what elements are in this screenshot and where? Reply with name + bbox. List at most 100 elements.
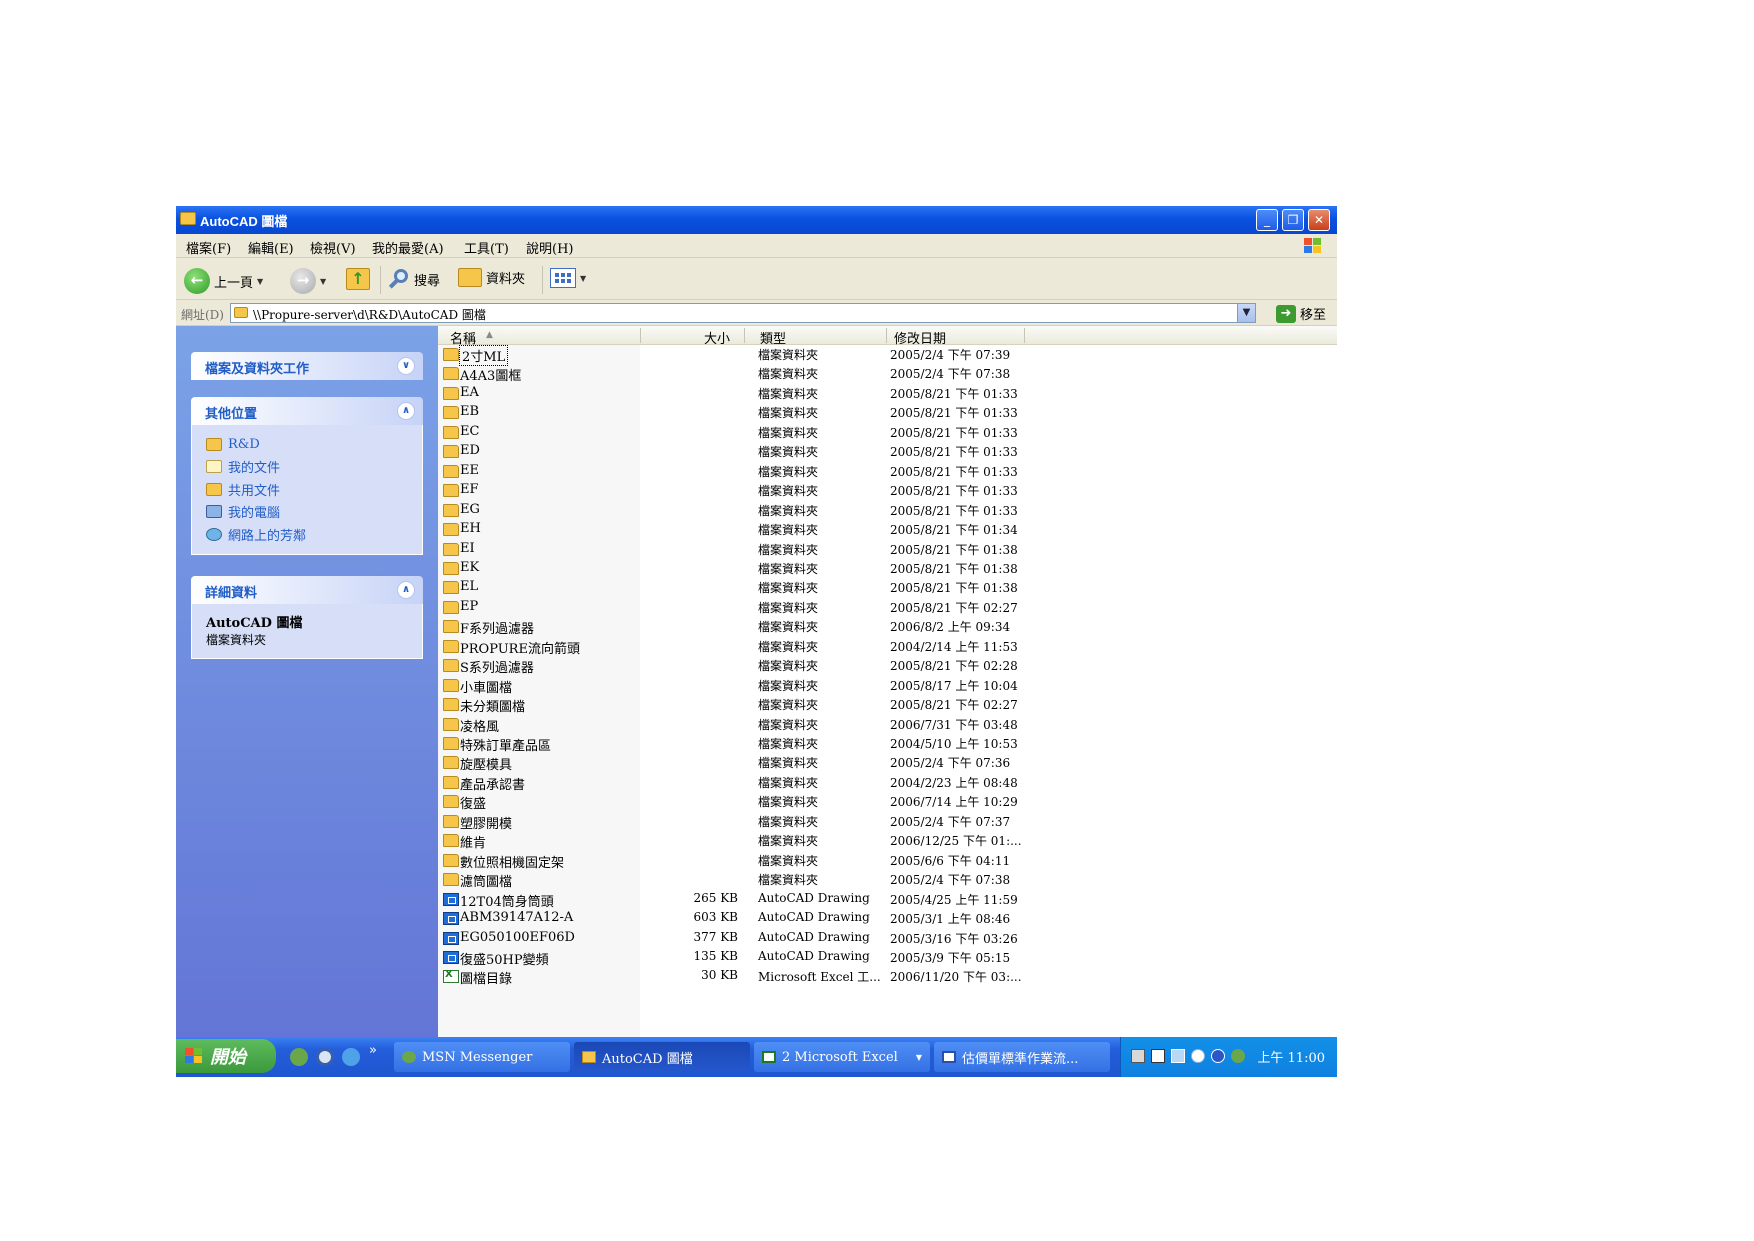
place-link-shared-documents[interactable]: 共用文件 [206, 478, 422, 501]
file-name: EB [460, 404, 480, 420]
help-tray-icon[interactable] [1151, 1049, 1165, 1063]
sort-ascending-icon: ▲ [486, 330, 493, 340]
file-name: 濾筒圖檔 [460, 875, 513, 891]
menu-help[interactable]: 說明(H) [526, 238, 573, 257]
start-button[interactable]: 開始 [176, 1039, 276, 1073]
views-dropdown-icon[interactable]: ▼ [580, 274, 586, 283]
file-row[interactable]: 塑膠開模 檔案資料夾 2005/2/4 下午 07:37 [438, 812, 1138, 832]
file-row[interactable]: S系列過濾器 檔案資料夾 2005/8/21 下午 02:28 [438, 656, 1138, 676]
folder-icon [443, 853, 459, 867]
tray-icon[interactable] [1171, 1049, 1185, 1063]
file-row[interactable]: 產品承認書 檔案資料夾 2004/2/23 上午 08:48 [438, 773, 1138, 793]
taskbar-button-word-doc[interactable]: 估價單標準作業流... [934, 1042, 1110, 1072]
file-modified: 2005/8/21 下午 01:38 [890, 581, 1018, 596]
file-row[interactable]: EG 檔案資料夾 2005/8/21 下午 01:33 [438, 501, 1138, 520]
file-row[interactable]: EH 檔案資料夾 2005/8/21 下午 01:34 [438, 520, 1138, 539]
menu-favorites[interactable]: 我的最愛(A) [372, 238, 444, 257]
address-dropdown-icon[interactable]: ▼ [1237, 304, 1255, 322]
file-row[interactable]: EI 檔案資料夾 2005/8/21 下午 01:38 [438, 540, 1138, 559]
folder-icon [443, 406, 459, 420]
menu-tools[interactable]: 工具(T) [464, 238, 509, 257]
details-item-name: AutoCAD 圖檔 [206, 616, 303, 631]
file-row[interactable]: A4A3圖框 檔案資料夾 2005/2/4 下午 07:38 [438, 364, 1138, 384]
file-tasks-header[interactable]: 檔案及資料夾工作 ∨ [191, 352, 423, 380]
file-row[interactable]: EG050100EF06D 377 KB AutoCAD Drawing 2005/3… [438, 929, 1138, 948]
file-row[interactable]: 圖檔目錄 30 KB Microsoft Excel 工... 2006/11/20 … [438, 967, 1138, 987]
back-button[interactable]: ← 上一頁 ▼ [184, 268, 263, 294]
folders-button[interactable]: 資料夾 [458, 268, 525, 287]
taskbar-button-msn[interactable]: MSN Messenger [394, 1042, 570, 1072]
views-button[interactable]: ▼ [550, 268, 586, 288]
menu-edit[interactable]: 編輯(E) [248, 238, 294, 257]
file-row[interactable]: EB 檔案資料夾 2005/8/21 下午 01:33 [438, 403, 1138, 422]
other-places-panel: 其他位置 ∧ R&D 我的文件 共用文件 我的電腦 網路上的芳鄰 [191, 397, 423, 555]
forward-button[interactable]: → ▼ [290, 268, 326, 294]
column-divider[interactable] [640, 328, 641, 343]
chevron-down-icon[interactable]: ∨ [397, 357, 415, 375]
column-divider[interactable] [886, 328, 887, 343]
file-row[interactable]: EP 檔案資料夾 2005/8/21 下午 02:27 [438, 598, 1138, 617]
chevron-up-icon[interactable]: ∧ [397, 581, 415, 599]
file-name: EH [460, 521, 481, 537]
file-row[interactable]: 維肯 檔案資料夾 2006/12/25 下午 01:... [438, 831, 1138, 851]
search-button[interactable]: 搜尋 [388, 268, 440, 290]
network-tray-icon[interactable] [1211, 1049, 1225, 1063]
file-row[interactable]: EF 檔案資料夾 2005/8/21 下午 01:33 [438, 481, 1138, 500]
taskbar-button-autocad-folder[interactable]: AutoCAD 圖檔 [574, 1042, 750, 1072]
file-row[interactable]: 2寸ML 檔案資料夾 2005/2/4 下午 07:39 [438, 345, 1138, 366]
other-places-header[interactable]: 其他位置 ∧ [191, 397, 423, 425]
file-row[interactable]: 復盛50HP變頻 135 KB AutoCAD Drawing 2005/3/9 下午… [438, 948, 1138, 968]
chevron-up-icon[interactable]: ∧ [397, 402, 415, 420]
up-folder-button[interactable]: ↑ [346, 268, 370, 290]
file-row[interactable]: 小車圖檔 檔案資料夾 2005/8/17 上午 10:04 [438, 676, 1138, 696]
file-row[interactable]: EE 檔案資料夾 2005/8/21 下午 01:33 [438, 462, 1138, 481]
file-row[interactable]: ED 檔案資料夾 2005/8/21 下午 01:33 [438, 442, 1138, 461]
file-row[interactable]: F系列過濾器 檔案資料夾 2006/8/2 上午 09:34 [438, 617, 1138, 637]
menu-view[interactable]: 檢視(V) [310, 238, 356, 257]
file-row[interactable]: 旋壓模具 檔案資料夾 2005/2/4 下午 07:36 [438, 753, 1138, 773]
file-row[interactable]: PROPURE流向箭頭 檔案資料夾 2004/2/14 上午 11:53 [438, 637, 1138, 657]
back-dropdown-icon[interactable]: ▼ [257, 277, 263, 286]
file-row[interactable]: 濾筒圖檔 檔案資料夾 2005/2/4 下午 07:38 [438, 870, 1138, 891]
file-name: EP [460, 598, 479, 614]
tray-expand-icon[interactable] [1191, 1049, 1205, 1063]
column-divider[interactable] [744, 328, 745, 343]
msn-quicklaunch-icon[interactable] [290, 1048, 308, 1066]
minimize-button[interactable]: _ [1256, 209, 1278, 231]
folder-icon [443, 484, 459, 498]
address-input[interactable]: \\Propure-server\d\R&D\AutoCAD 圖檔 ▼ [230, 303, 1256, 323]
details-header[interactable]: 詳細資料 ∧ [191, 576, 423, 604]
file-row[interactable]: 未分類圖檔 檔案資料夾 2005/8/21 下午 02:27 [438, 695, 1138, 715]
file-row[interactable]: 數位照相機固定架 檔案資料夾 2005/6/6 下午 04:11 [438, 851, 1138, 871]
place-link-my-documents[interactable]: 我的文件 [206, 456, 422, 479]
file-row[interactable]: 凌格風 檔案資料夾 2006/7/31 下午 03:48 [438, 715, 1138, 735]
internet-explorer-quicklaunch-icon[interactable] [342, 1048, 360, 1066]
place-link-network-places[interactable]: 網路上的芳鄰 [206, 523, 422, 546]
file-row[interactable]: 12T04筒身筒頭 265 KB AutoCAD Drawing 2005/4/25 … [438, 890, 1138, 910]
file-row[interactable]: EA 檔案資料夾 2005/8/21 下午 01:33 [438, 384, 1138, 403]
file-modified: 2005/4/25 上午 11:59 [890, 892, 1018, 907]
keyboard-tray-icon[interactable] [1131, 1049, 1145, 1063]
folder-icon [443, 503, 459, 517]
forward-dropdown-icon[interactable]: ▼ [320, 277, 326, 286]
media-player-quicklaunch-icon[interactable] [316, 1048, 334, 1066]
close-button[interactable]: ✕ [1308, 209, 1330, 231]
file-row[interactable]: 特殊訂單產品區 檔案資料夾 2004/5/10 上午 10:53 [438, 734, 1138, 754]
menu-file[interactable]: 檔案(F) [186, 238, 231, 257]
go-button[interactable]: ➜ 移至 [1276, 304, 1326, 323]
file-name: 復盛50HP變頻 [460, 952, 549, 968]
restore-button[interactable]: ❐ [1282, 209, 1304, 231]
taskbar-button-excel-group[interactable]: 2 Microsoft Excel ▼ [754, 1042, 930, 1072]
file-row[interactable]: EC 檔案資料夾 2005/8/21 下午 01:33 [438, 423, 1138, 442]
place-label: R&D [228, 436, 260, 452]
title-bar[interactable]: AutoCAD 圖檔 _ ❐ ✕ [176, 206, 1337, 234]
file-row[interactable]: 復盛 檔案資料夾 2006/7/14 上午 10:29 [438, 792, 1138, 812]
file-row[interactable]: ABM39147A12-A 603 KB AutoCAD Drawing 2005/3… [438, 909, 1138, 928]
file-row[interactable]: EK 檔案資料夾 2005/8/21 下午 01:38 [438, 559, 1138, 578]
place-link-my-computer[interactable]: 我的電腦 [206, 501, 422, 524]
quicklaunch-more-icon[interactable]: » [369, 1043, 377, 1058]
file-row[interactable]: EL 檔案資料夾 2005/8/21 下午 01:38 [438, 578, 1138, 597]
messenger-tray-icon[interactable] [1231, 1049, 1245, 1063]
column-divider[interactable] [1024, 328, 1025, 343]
place-link-rnd[interactable]: R&D [206, 433, 422, 456]
